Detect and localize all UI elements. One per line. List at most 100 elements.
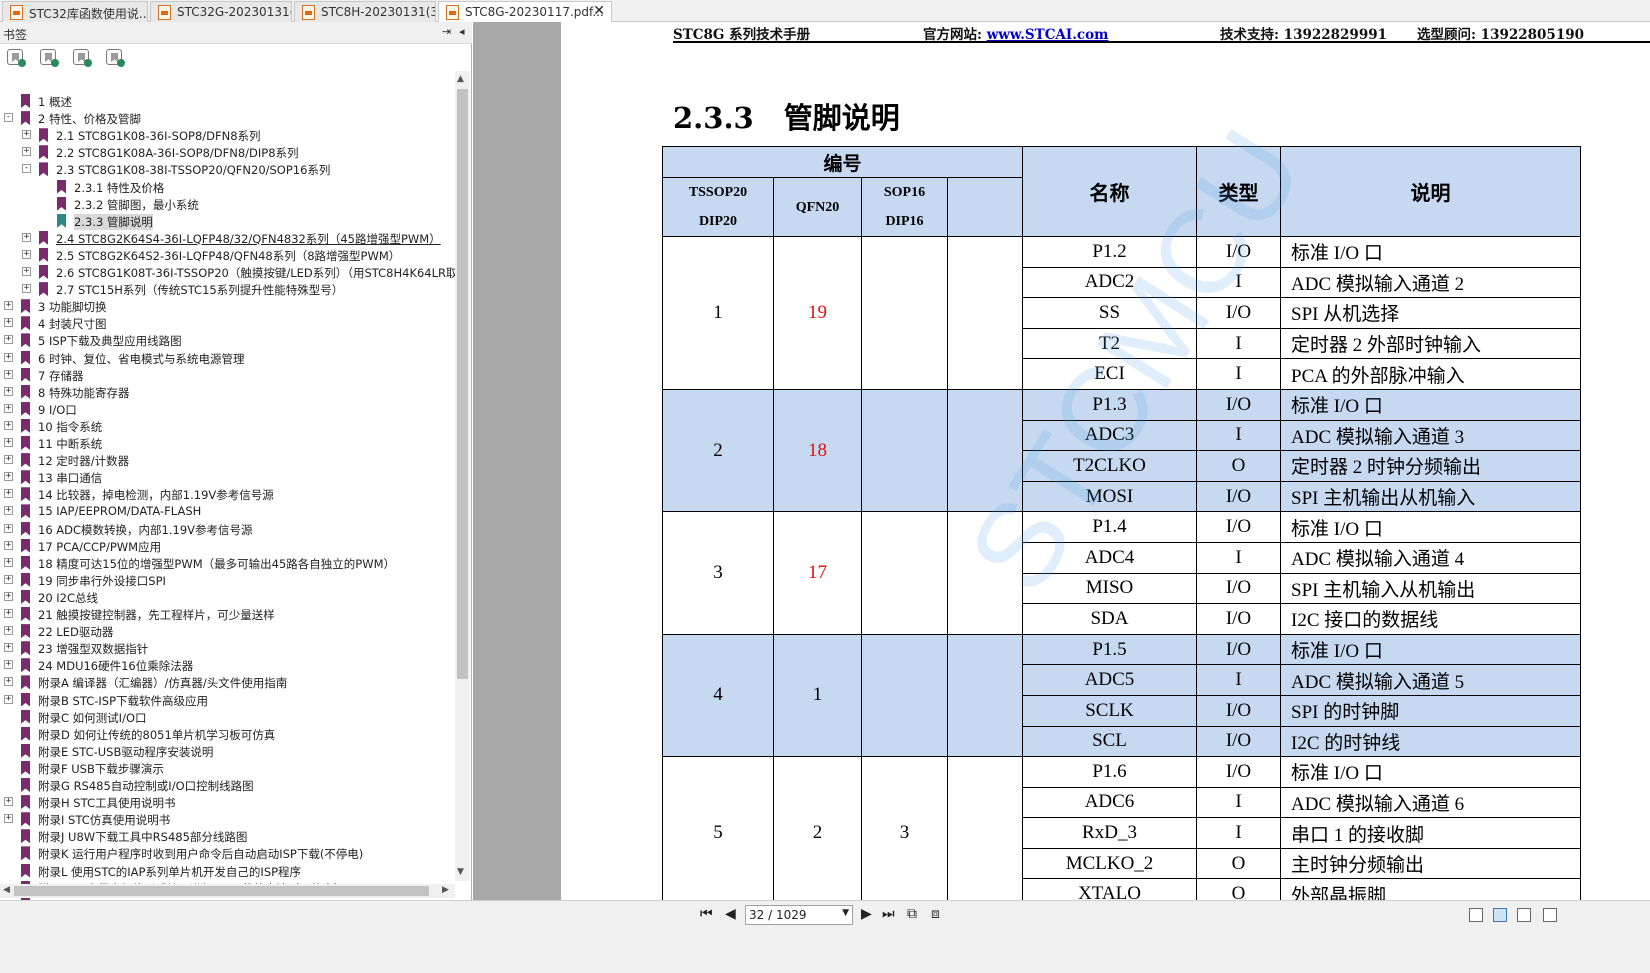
expand-icon[interactable]: +: [22, 284, 31, 294]
bookmark-item[interactable]: 2.3.1 特性及价格: [0, 179, 455, 196]
expand-icon[interactable]: +: [4, 301, 13, 311]
scroll-right-icon[interactable]: ▶: [442, 885, 449, 895]
bookmark-item[interactable]: +22 LED驱动器: [0, 623, 455, 640]
two-page-continuous-view-icon[interactable]: [1543, 908, 1557, 922]
bookmark-item[interactable]: +2.1 STC8G1K08-36I-SOP8/DFN8系列: [0, 127, 455, 144]
collapse-panel-icon[interactable]: ◂: [459, 25, 465, 38]
bookmark-item[interactable]: 附录L 使用STC的IAP系列单片机开发自己的ISP程序: [0, 863, 455, 880]
bookmark-item[interactable]: +13 串口通信: [0, 469, 455, 486]
expand-icon[interactable]: +: [4, 403, 13, 413]
scroll-up-icon[interactable]: ▲: [457, 74, 464, 84]
horizontal-scroll-thumb[interactable]: [14, 886, 429, 896]
bookmark-item[interactable]: +23 增强型双数据指针: [0, 640, 455, 657]
expand-icon[interactable]: +: [4, 609, 13, 618]
bookmark-item[interactable]: +16 ADC模数转换，内部1.19V参考信号源: [0, 521, 455, 538]
expand-icon[interactable]: +: [4, 420, 13, 430]
expand-icon[interactable]: +: [4, 318, 13, 328]
last-page-icon[interactable]: ⏭: [882, 906, 895, 922]
expand-icon[interactable]: +: [4, 386, 13, 396]
bookmark-item[interactable]: 附录F USB下载步骤演示: [0, 760, 455, 777]
expand-icon[interactable]: +: [4, 677, 13, 687]
page-number-box[interactable]: 32 / 1029 ▼: [745, 905, 853, 925]
bookmark-item[interactable]: +8 特殊功能寄存器: [0, 384, 455, 401]
bookmark-item[interactable]: + 附录A 编译器（汇编器）/仿真器/头文件使用指南: [0, 674, 455, 691]
bookmark-item[interactable]: 附录G RS485自动控制或I/O口控制线路图: [0, 777, 455, 794]
tab-document-3[interactable]: STC8H-20230131(3...: [294, 1, 436, 22]
bookmark-item[interactable]: +9 I/O口: [0, 401, 455, 418]
bookmark-item[interactable]: 附录D 如何让传统的8051单片机学习板可仿真: [0, 726, 455, 743]
bookmark-item[interactable]: +17 PCA/CCP/PWM应用: [0, 538, 455, 555]
bookmark-item[interactable]: +10 指令系统: [0, 418, 455, 435]
bookmark-add-icon[interactable]: [40, 49, 59, 67]
bookmark-item[interactable]: 附录C 如何测试I/O口: [0, 709, 455, 726]
bookmark-item[interactable]: +12 定时器/计数器: [0, 452, 455, 469]
bookmark-item[interactable]: +2.2 STC8G1K08A-36I-SOP8/DFN8/DIP8系列: [0, 144, 455, 161]
bookmark-find-icon[interactable]: [106, 49, 125, 67]
expand-icon[interactable]: +: [4, 643, 13, 653]
bookmark-item[interactable]: +5 ISP下载及典型应用线路图: [0, 332, 455, 349]
bookmark-item[interactable]: +21 触摸按键控制器，先工程样片，可少量送样: [0, 606, 455, 623]
bookmark-item[interactable]: +15 IAP/EEPROM/DATA-FLASH: [0, 503, 455, 520]
bookmark-item[interactable]: 附录J U8W下载工具中RS485部分线路图: [0, 828, 455, 845]
scroll-down-icon[interactable]: ▼: [457, 867, 464, 877]
expand-icon[interactable]: +: [22, 267, 31, 276]
bookmark-item[interactable]: - 2.3 STC8G1K08-38I-TSSOP20/QFN20/SOP16系列: [0, 161, 455, 178]
site-link[interactable]: www.STCAI.com: [987, 27, 1109, 43]
prev-page-icon[interactable]: ◀: [725, 906, 736, 922]
expand-icon[interactable]: +: [4, 489, 13, 499]
bookmark-item[interactable]: +2.4 STC8G2K64S4-36I-LQFP48/32/QFN4832系列…: [0, 230, 455, 247]
bookmark-item[interactable]: +11 中断系统: [0, 435, 455, 452]
bookmark-item[interactable]: +3 功能脚切换: [0, 298, 455, 315]
expand-icon[interactable]: +: [4, 574, 13, 584]
expand-icon[interactable]: +: [22, 232, 31, 242]
tab-document-1[interactable]: STC32库函数使用说...: [2, 1, 148, 22]
bookmark-item[interactable]: 2.3.2 管脚图，最小系统: [0, 196, 455, 213]
expand-icon[interactable]: +: [4, 455, 13, 465]
expand-icon[interactable]: +: [4, 523, 13, 533]
bookmark-item[interactable]: +19 同步串行外设接口SPI: [0, 572, 455, 589]
bookmark-item[interactable]: + 附录I STC仿真使用说明书: [0, 811, 455, 828]
bookmark-item[interactable]: +18 精度可达15位的增强型PWM（最多可输出45路各自独立的PWM）: [0, 555, 455, 572]
scroll-left-icon[interactable]: ◀: [3, 885, 10, 895]
bookmark-item[interactable]: +6 时钟、复位、省电模式与系统电源管理: [0, 350, 455, 367]
two-page-view-icon[interactable]: [1517, 908, 1531, 922]
chevron-down-icon[interactable]: ▼: [842, 908, 849, 918]
expand-icon[interactable]: +: [4, 797, 13, 807]
expand-icon[interactable]: +: [4, 369, 13, 379]
first-page-icon[interactable]: ⏮: [700, 906, 713, 922]
fit-page-icon[interactable]: ⧉: [907, 906, 917, 922]
tab-document-4[interactable]: STC8G-20230117.pdf... ✕: [438, 1, 612, 23]
bookmark-item[interactable]: +2.7 STC15H系列（传统STC15系列提升性能特殊型号）: [0, 281, 455, 298]
bookmark-item[interactable]: +14 比较器，掉电检测，内部1.19V参考信号源: [0, 486, 455, 503]
collapse-icon[interactable]: -: [4, 113, 13, 123]
bookmark-item[interactable]: - 2 特性、价格及管脚: [0, 110, 455, 127]
expand-icon[interactable]: +: [4, 814, 13, 824]
continuous-view-icon[interactable]: [1493, 908, 1507, 922]
tab-document-2[interactable]: STC32G-20230131(...: [150, 1, 292, 22]
expand-icon[interactable]: +: [4, 660, 13, 670]
vertical-scroll-thumb[interactable]: [457, 89, 468, 679]
expand-icon[interactable]: +: [4, 591, 13, 601]
bookmark-item[interactable]: +2.5 STC8G2K64S2-36I-LQFP48/QFN48系列（8路增强…: [0, 247, 455, 264]
bookmark-goto-icon[interactable]: [73, 49, 92, 67]
bookmark-item[interactable]: +24 MDU16硬件16位乘除法器: [0, 657, 455, 674]
single-page-view-icon[interactable]: [1469, 908, 1483, 922]
bookmark-item[interactable]: +7 存储器: [0, 367, 455, 384]
expand-icon[interactable]: +: [4, 472, 13, 482]
bookmark-item[interactable]: +4 封装尺寸图: [0, 315, 455, 332]
bookmark-item[interactable]: 附录K 运行用户程序时收到用户命令后自动启动ISP下载(不停电): [0, 845, 455, 862]
bookmark-horizontal-scrollbar[interactable]: ◀ ▶: [0, 884, 455, 898]
next-page-icon[interactable]: ▶: [861, 906, 872, 922]
bookmark-item[interactable]: + 附录H STC工具使用说明书: [0, 794, 455, 811]
collapse-icon[interactable]: -: [22, 164, 31, 174]
bookmark-item[interactable]: + 附录B STC-ISP下载软件高级应用: [0, 692, 455, 709]
dock-panel-icon[interactable]: ⇥: [442, 25, 451, 38]
expand-icon[interactable]: +: [4, 694, 13, 704]
expand-icon[interactable]: +: [4, 352, 13, 362]
bookmark-item[interactable]: +20 I2C总线: [0, 589, 455, 606]
expand-icon[interactable]: +: [22, 249, 31, 259]
bookmark-item[interactable]: +2.6 STC8G1K08T-36I-TSSOP20（触摸按键/LED系列）（…: [0, 264, 455, 281]
fit-width-icon[interactable]: ⧈: [931, 906, 940, 922]
expand-icon[interactable]: +: [22, 147, 31, 157]
bookmark-vertical-scrollbar[interactable]: ▲ ▼: [455, 71, 470, 881]
